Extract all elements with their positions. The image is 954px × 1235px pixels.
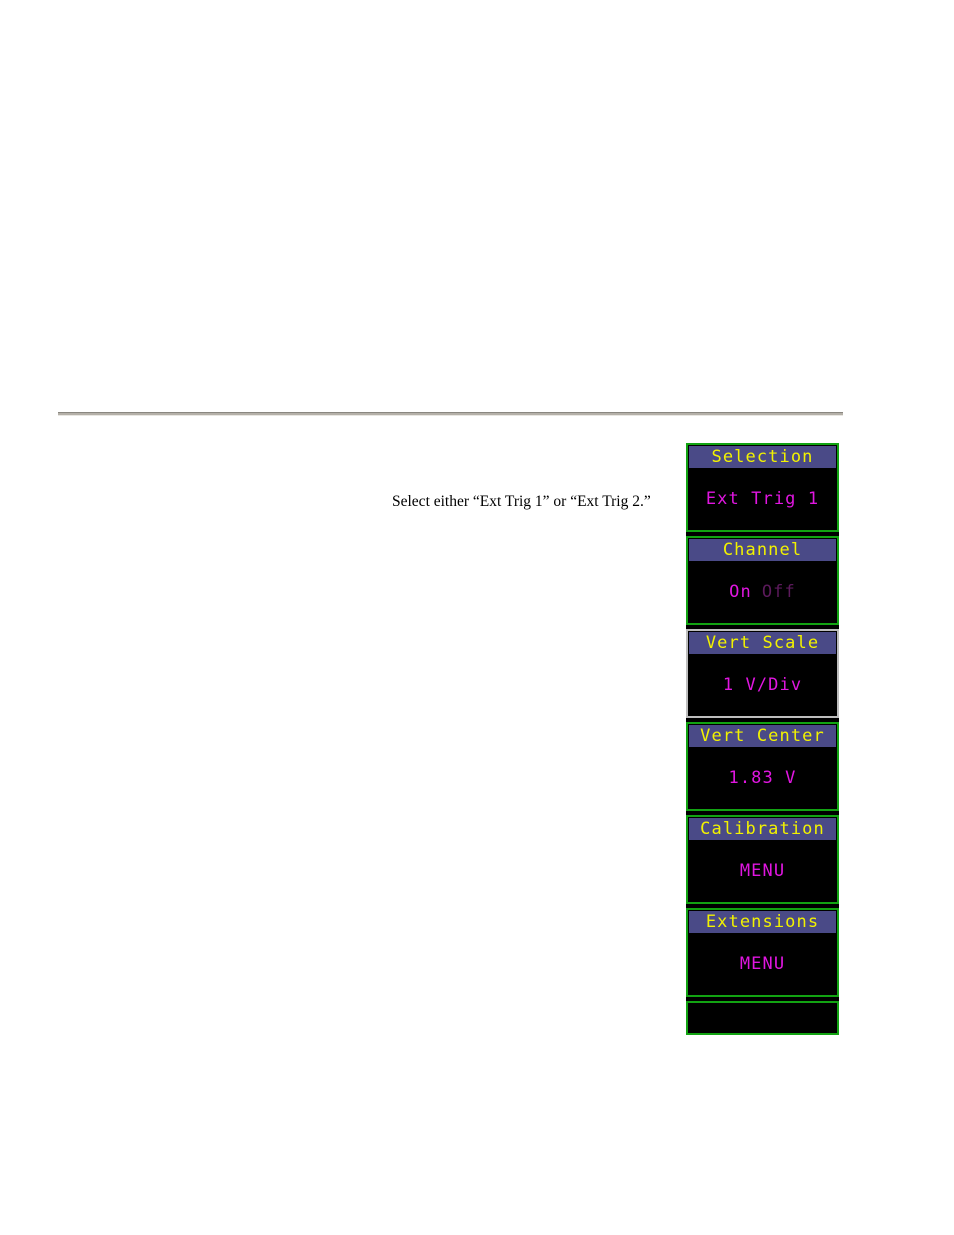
softkey-value-extensions[interactable]: MENU (689, 933, 836, 994)
softkey-value-calibration[interactable]: MENU (689, 840, 836, 901)
softkey-label-calibration: Calibration (689, 818, 836, 840)
vertical-softkey-menu: Selection Ext Trig 1 Channel On Off Vert… (686, 443, 839, 1035)
softkey-group-selection[interactable]: Selection Ext Trig 1 (686, 443, 839, 532)
softkey-group-extensions[interactable]: Extensions MENU (686, 908, 839, 997)
softkey-label-vert-center: Vert Center (689, 725, 836, 747)
softkey-label-vert-scale: Vert Scale (689, 632, 836, 654)
channel-option-off[interactable]: Off (762, 582, 796, 602)
softkey-label-channel: Channel (689, 539, 836, 561)
instruction-paragraph: Select either “Ext Trig 1” or “Ext Trig … (392, 492, 651, 510)
softkey-group-blank[interactable] (686, 1001, 839, 1035)
softkey-value-channel[interactable]: On Off (689, 561, 836, 622)
horizontal-rule (58, 412, 843, 416)
softkey-group-calibration[interactable]: Calibration MENU (686, 815, 839, 904)
softkey-value-vert-center[interactable]: 1.83 V (689, 747, 836, 808)
softkey-group-vert-center[interactable]: Vert Center 1.83 V (686, 722, 839, 811)
softkey-value-selection[interactable]: Ext Trig 1 (689, 468, 836, 529)
softkey-label-selection: Selection (689, 446, 836, 468)
softkey-group-vert-scale[interactable]: Vert Scale 1 V/Div (686, 629, 839, 718)
softkey-value-vert-scale[interactable]: 1 V/Div (689, 654, 836, 715)
softkey-blank-slot (689, 1004, 836, 1032)
channel-option-on[interactable]: On (729, 582, 752, 602)
softkey-group-channel[interactable]: Channel On Off (686, 536, 839, 625)
softkey-label-extensions: Extensions (689, 911, 836, 933)
